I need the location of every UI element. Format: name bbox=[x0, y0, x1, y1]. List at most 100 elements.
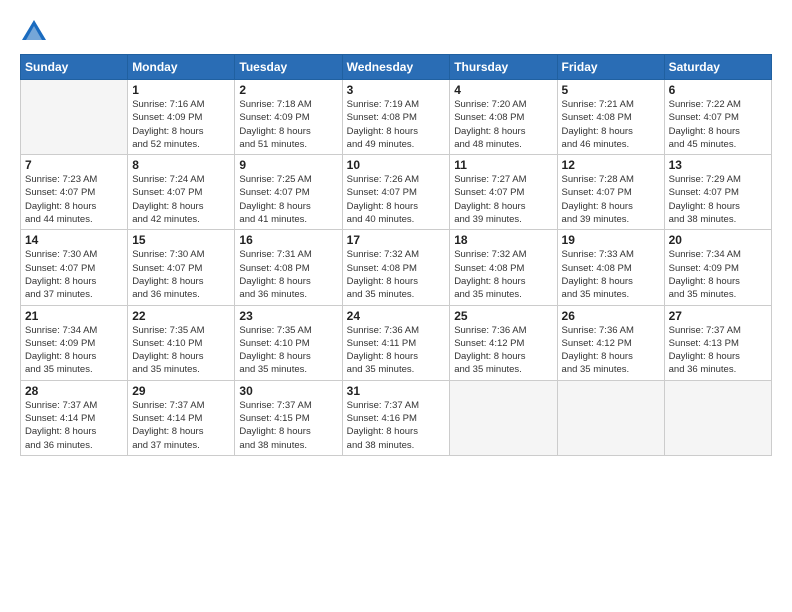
day-cell bbox=[450, 380, 557, 455]
day-cell: 22Sunrise: 7:35 AM Sunset: 4:10 PM Dayli… bbox=[128, 305, 235, 380]
week-row-5: 28Sunrise: 7:37 AM Sunset: 4:14 PM Dayli… bbox=[21, 380, 772, 455]
day-cell: 15Sunrise: 7:30 AM Sunset: 4:07 PM Dayli… bbox=[128, 230, 235, 305]
day-cell: 27Sunrise: 7:37 AM Sunset: 4:13 PM Dayli… bbox=[664, 305, 771, 380]
day-info: Sunrise: 7:35 AM Sunset: 4:10 PM Dayligh… bbox=[239, 324, 337, 377]
day-number: 14 bbox=[25, 233, 123, 247]
day-cell: 2Sunrise: 7:18 AM Sunset: 4:09 PM Daylig… bbox=[235, 80, 342, 155]
header-row: SundayMondayTuesdayWednesdayThursdayFrid… bbox=[21, 55, 772, 80]
day-cell: 7Sunrise: 7:23 AM Sunset: 4:07 PM Daylig… bbox=[21, 155, 128, 230]
header bbox=[20, 18, 772, 46]
day-number: 27 bbox=[669, 309, 767, 323]
day-cell: 18Sunrise: 7:32 AM Sunset: 4:08 PM Dayli… bbox=[450, 230, 557, 305]
day-number: 26 bbox=[562, 309, 660, 323]
day-cell: 29Sunrise: 7:37 AM Sunset: 4:14 PM Dayli… bbox=[128, 380, 235, 455]
day-cell: 9Sunrise: 7:25 AM Sunset: 4:07 PM Daylig… bbox=[235, 155, 342, 230]
day-cell: 1Sunrise: 7:16 AM Sunset: 4:09 PM Daylig… bbox=[128, 80, 235, 155]
day-info: Sunrise: 7:19 AM Sunset: 4:08 PM Dayligh… bbox=[347, 98, 446, 151]
day-number: 13 bbox=[669, 158, 767, 172]
day-info: Sunrise: 7:34 AM Sunset: 4:09 PM Dayligh… bbox=[25, 324, 123, 377]
day-number: 1 bbox=[132, 83, 230, 97]
day-info: Sunrise: 7:36 AM Sunset: 4:11 PM Dayligh… bbox=[347, 324, 446, 377]
day-number: 21 bbox=[25, 309, 123, 323]
week-row-3: 14Sunrise: 7:30 AM Sunset: 4:07 PM Dayli… bbox=[21, 230, 772, 305]
day-cell: 5Sunrise: 7:21 AM Sunset: 4:08 PM Daylig… bbox=[557, 80, 664, 155]
day-info: Sunrise: 7:26 AM Sunset: 4:07 PM Dayligh… bbox=[347, 173, 446, 226]
day-number: 29 bbox=[132, 384, 230, 398]
day-info: Sunrise: 7:29 AM Sunset: 4:07 PM Dayligh… bbox=[669, 173, 767, 226]
day-cell: 6Sunrise: 7:22 AM Sunset: 4:07 PM Daylig… bbox=[664, 80, 771, 155]
col-header-thursday: Thursday bbox=[450, 55, 557, 80]
day-info: Sunrise: 7:16 AM Sunset: 4:09 PM Dayligh… bbox=[132, 98, 230, 151]
day-info: Sunrise: 7:32 AM Sunset: 4:08 PM Dayligh… bbox=[347, 248, 446, 301]
day-info: Sunrise: 7:21 AM Sunset: 4:08 PM Dayligh… bbox=[562, 98, 660, 151]
page: SundayMondayTuesdayWednesdayThursdayFrid… bbox=[0, 0, 792, 612]
day-number: 23 bbox=[239, 309, 337, 323]
day-number: 18 bbox=[454, 233, 552, 247]
day-number: 17 bbox=[347, 233, 446, 247]
day-number: 11 bbox=[454, 158, 552, 172]
day-number: 15 bbox=[132, 233, 230, 247]
day-number: 16 bbox=[239, 233, 337, 247]
day-info: Sunrise: 7:34 AM Sunset: 4:09 PM Dayligh… bbox=[669, 248, 767, 301]
day-number: 9 bbox=[239, 158, 337, 172]
col-header-saturday: Saturday bbox=[664, 55, 771, 80]
week-row-4: 21Sunrise: 7:34 AM Sunset: 4:09 PM Dayli… bbox=[21, 305, 772, 380]
day-cell bbox=[557, 380, 664, 455]
day-cell bbox=[21, 80, 128, 155]
day-info: Sunrise: 7:37 AM Sunset: 4:13 PM Dayligh… bbox=[669, 324, 767, 377]
day-cell: 20Sunrise: 7:34 AM Sunset: 4:09 PM Dayli… bbox=[664, 230, 771, 305]
week-row-1: 1Sunrise: 7:16 AM Sunset: 4:09 PM Daylig… bbox=[21, 80, 772, 155]
col-header-monday: Monday bbox=[128, 55, 235, 80]
day-number: 22 bbox=[132, 309, 230, 323]
day-info: Sunrise: 7:37 AM Sunset: 4:16 PM Dayligh… bbox=[347, 399, 446, 452]
day-number: 28 bbox=[25, 384, 123, 398]
day-cell: 16Sunrise: 7:31 AM Sunset: 4:08 PM Dayli… bbox=[235, 230, 342, 305]
day-cell: 31Sunrise: 7:37 AM Sunset: 4:16 PM Dayli… bbox=[342, 380, 450, 455]
day-cell: 25Sunrise: 7:36 AM Sunset: 4:12 PM Dayli… bbox=[450, 305, 557, 380]
day-number: 6 bbox=[669, 83, 767, 97]
day-number: 31 bbox=[347, 384, 446, 398]
day-cell: 4Sunrise: 7:20 AM Sunset: 4:08 PM Daylig… bbox=[450, 80, 557, 155]
day-number: 30 bbox=[239, 384, 337, 398]
day-cell: 12Sunrise: 7:28 AM Sunset: 4:07 PM Dayli… bbox=[557, 155, 664, 230]
day-info: Sunrise: 7:20 AM Sunset: 4:08 PM Dayligh… bbox=[454, 98, 552, 151]
day-cell: 17Sunrise: 7:32 AM Sunset: 4:08 PM Dayli… bbox=[342, 230, 450, 305]
day-cell: 23Sunrise: 7:35 AM Sunset: 4:10 PM Dayli… bbox=[235, 305, 342, 380]
day-cell: 10Sunrise: 7:26 AM Sunset: 4:07 PM Dayli… bbox=[342, 155, 450, 230]
day-number: 7 bbox=[25, 158, 123, 172]
col-header-wednesday: Wednesday bbox=[342, 55, 450, 80]
day-info: Sunrise: 7:37 AM Sunset: 4:14 PM Dayligh… bbox=[132, 399, 230, 452]
day-cell: 8Sunrise: 7:24 AM Sunset: 4:07 PM Daylig… bbox=[128, 155, 235, 230]
col-header-sunday: Sunday bbox=[21, 55, 128, 80]
day-info: Sunrise: 7:30 AM Sunset: 4:07 PM Dayligh… bbox=[132, 248, 230, 301]
day-info: Sunrise: 7:35 AM Sunset: 4:10 PM Dayligh… bbox=[132, 324, 230, 377]
logo-icon bbox=[20, 18, 48, 46]
logo bbox=[20, 18, 52, 46]
day-info: Sunrise: 7:31 AM Sunset: 4:08 PM Dayligh… bbox=[239, 248, 337, 301]
day-cell: 11Sunrise: 7:27 AM Sunset: 4:07 PM Dayli… bbox=[450, 155, 557, 230]
day-number: 20 bbox=[669, 233, 767, 247]
day-cell: 13Sunrise: 7:29 AM Sunset: 4:07 PM Dayli… bbox=[664, 155, 771, 230]
day-info: Sunrise: 7:27 AM Sunset: 4:07 PM Dayligh… bbox=[454, 173, 552, 226]
day-info: Sunrise: 7:32 AM Sunset: 4:08 PM Dayligh… bbox=[454, 248, 552, 301]
day-number: 24 bbox=[347, 309, 446, 323]
day-number: 25 bbox=[454, 309, 552, 323]
day-number: 3 bbox=[347, 83, 446, 97]
day-number: 4 bbox=[454, 83, 552, 97]
day-number: 12 bbox=[562, 158, 660, 172]
day-cell: 21Sunrise: 7:34 AM Sunset: 4:09 PM Dayli… bbox=[21, 305, 128, 380]
day-info: Sunrise: 7:30 AM Sunset: 4:07 PM Dayligh… bbox=[25, 248, 123, 301]
day-info: Sunrise: 7:36 AM Sunset: 4:12 PM Dayligh… bbox=[562, 324, 660, 377]
day-info: Sunrise: 7:18 AM Sunset: 4:09 PM Dayligh… bbox=[239, 98, 337, 151]
col-header-tuesday: Tuesday bbox=[235, 55, 342, 80]
day-info: Sunrise: 7:37 AM Sunset: 4:14 PM Dayligh… bbox=[25, 399, 123, 452]
day-cell: 26Sunrise: 7:36 AM Sunset: 4:12 PM Dayli… bbox=[557, 305, 664, 380]
day-cell: 30Sunrise: 7:37 AM Sunset: 4:15 PM Dayli… bbox=[235, 380, 342, 455]
day-info: Sunrise: 7:36 AM Sunset: 4:12 PM Dayligh… bbox=[454, 324, 552, 377]
day-number: 2 bbox=[239, 83, 337, 97]
day-cell bbox=[664, 380, 771, 455]
calendar-table: SundayMondayTuesdayWednesdayThursdayFrid… bbox=[20, 54, 772, 456]
week-row-2: 7Sunrise: 7:23 AM Sunset: 4:07 PM Daylig… bbox=[21, 155, 772, 230]
day-info: Sunrise: 7:23 AM Sunset: 4:07 PM Dayligh… bbox=[25, 173, 123, 226]
day-info: Sunrise: 7:25 AM Sunset: 4:07 PM Dayligh… bbox=[239, 173, 337, 226]
